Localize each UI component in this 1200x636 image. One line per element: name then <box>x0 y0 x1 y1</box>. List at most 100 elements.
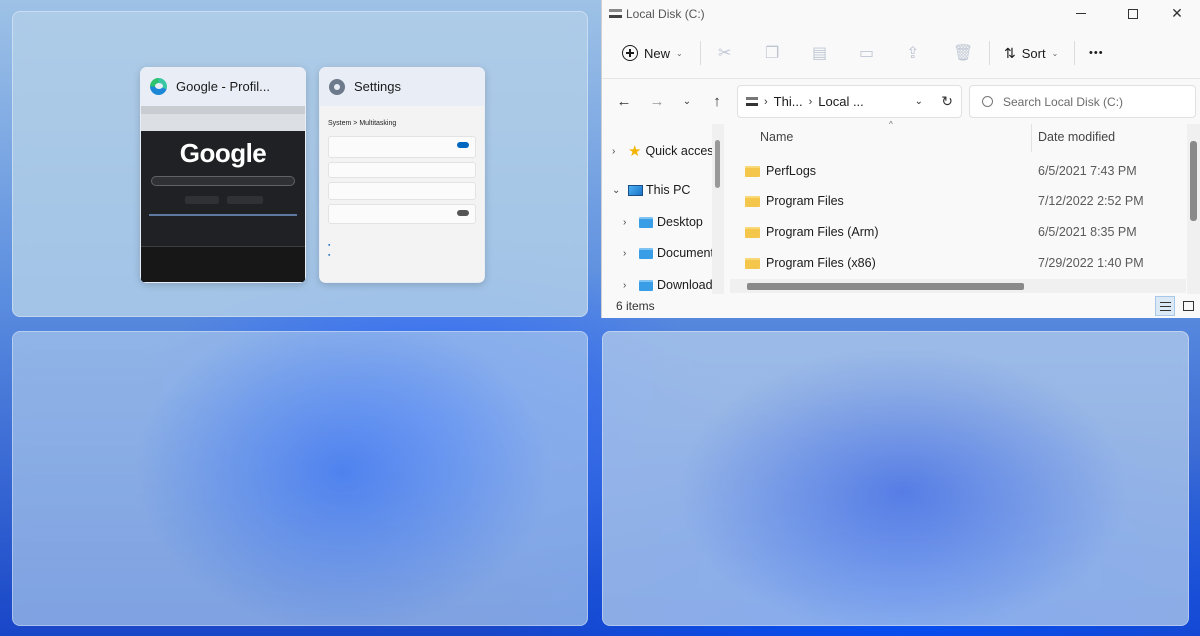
thumbnail-header: Google - Profil... <box>140 67 306 106</box>
downloads-folder-icon <box>639 279 653 291</box>
rename-icon: ▭ <box>859 45 875 62</box>
sort-icon: ⇅ <box>1004 44 1016 61</box>
tree-item-label: Documents <box>657 246 721 260</box>
file-row[interactable]: Program Files (Arm) 6/5/2021 8:35 PM <box>745 217 1185 247</box>
arrow-left-icon: ← <box>616 92 632 110</box>
file-name: PerfLogs <box>766 164 817 178</box>
large-icons-view-button[interactable] <box>1178 296 1198 316</box>
refresh-icon[interactable]: ↻ <box>941 93 953 110</box>
command-bar: New ⌄ ✂ ❐ ▤ ▭ ⇪ 🗑 ⇅ Sort ⌄ ••• <box>602 27 1200 79</box>
file-name: Program Files (Arm) <box>766 225 879 239</box>
share-icon: ⇪ <box>906 45 920 62</box>
item-count: 6 items <box>616 299 655 313</box>
close-icon: ✕ <box>1171 5 1183 21</box>
tree-item-label: Desktop <box>657 215 703 229</box>
chevron-down-icon: ⌄ <box>612 184 621 196</box>
snap-zone-bottom-left[interactable] <box>12 331 588 626</box>
chevron-down-icon: ⌄ <box>1051 48 1059 58</box>
file-date: 7/29/2022 1:40 PM <box>1038 256 1144 270</box>
breadcrumb-separator: › <box>808 95 813 108</box>
tree-item-quick-access[interactable]: › ★ Quick access <box>612 140 720 162</box>
drive-icon <box>746 97 758 106</box>
tree-item-desktop[interactable]: › Desktop <box>623 211 703 233</box>
copy-icon: ❐ <box>765 45 780 62</box>
star-icon: ★ <box>628 143 642 160</box>
tree-item-label: Downloads <box>657 278 719 292</box>
details-view-button[interactable] <box>1155 296 1175 316</box>
navigation-pane: › ★ Quick access ⌄ This PC › Desktop › D… <box>602 124 724 294</box>
snap-thumbnail-settings[interactable]: Settings System > Multitasking ● ● <box>319 67 485 283</box>
search-placeholder: Search Local Disk (C:) <box>1003 94 1124 109</box>
folder-icon <box>745 195 760 207</box>
sort-label: Sort <box>1021 45 1046 61</box>
recent-locations-button[interactable]: ⌄ <box>675 89 699 113</box>
address-bar[interactable]: › Thi... › Local ... ⌄ ↻ <box>737 85 962 118</box>
maximize-icon <box>1128 8 1138 19</box>
delete-button[interactable]: 🗑 <box>953 37 973 69</box>
horizontal-scrollbar[interactable] <box>730 279 1186 293</box>
plus-icon <box>622 45 638 61</box>
arrow-up-icon: ↑ <box>713 92 721 110</box>
tree-item-downloads[interactable]: › Downloads <box>623 274 719 294</box>
share-button[interactable]: ⇪ <box>906 37 919 69</box>
folder-icon <box>745 165 760 177</box>
new-label: New <box>644 45 671 61</box>
breadcrumb-local-disk[interactable]: Local ... <box>818 94 864 109</box>
title-bar[interactable]: Local Disk (C:) ✕ <box>602 0 1200 27</box>
breadcrumb-this-pc[interactable]: Thi... <box>774 94 803 109</box>
see-more-button[interactable]: ••• <box>1089 37 1104 69</box>
column-header-name[interactable]: Name <box>760 130 793 144</box>
snap-zone-bottom-right[interactable] <box>602 331 1189 626</box>
file-list: ^ Name Date modified PerfLogs 6/5/2021 7… <box>729 120 1185 294</box>
tree-item-label: This PC <box>646 183 691 197</box>
desktop-folder-icon <box>639 216 653 228</box>
tree-item-label: Quick access <box>645 144 720 158</box>
up-button[interactable]: ↑ <box>705 89 729 113</box>
sort-button[interactable]: ⇅ Sort ⌄ <box>1004 37 1058 69</box>
file-row[interactable]: PerfLogs 6/5/2021 7:43 PM <box>745 156 1185 186</box>
file-date: 7/12/2022 2:52 PM <box>1038 194 1144 208</box>
sort-ascending-icon: ^ <box>889 120 893 129</box>
file-name: Program Files (x86) <box>766 256 876 270</box>
cut-button[interactable]: ✂ <box>718 37 731 69</box>
vertical-scrollbar[interactable] <box>1187 124 1200 294</box>
rename-button[interactable]: ▭ <box>859 37 874 69</box>
status-bar: 6 items <box>602 294 1200 318</box>
settings-breadcrumb: System > Multitasking <box>328 120 397 127</box>
edge-icon <box>150 78 167 95</box>
chevron-right-icon: › <box>623 279 627 291</box>
google-window-preview: Google <box>141 106 305 282</box>
navigation-pane-scrollbar[interactable] <box>712 124 724 294</box>
folder-icon <box>745 257 760 269</box>
maximize-button[interactable] <box>1114 0 1152 27</box>
minimize-icon <box>1076 13 1086 14</box>
file-explorer-window: Local Disk (C:) ✕ New ⌄ ✂ ❐ ▤ ▭ ⇪ 🗑 ⇅ So… <box>601 0 1200 318</box>
paste-button[interactable]: ▤ <box>812 37 827 69</box>
copy-button[interactable]: ❐ <box>765 37 779 69</box>
arrow-right-icon: → <box>649 92 665 110</box>
snap-thumbnail-google[interactable]: Google - Profil... Google <box>140 67 306 283</box>
forward-button[interactable]: → <box>645 89 669 113</box>
minimize-button[interactable] <box>1062 0 1100 27</box>
thumbnail-title: Google - Profil... <box>176 79 270 94</box>
column-header-date-modified[interactable]: Date modified <box>1038 130 1115 144</box>
close-button[interactable]: ✕ <box>1158 0 1196 27</box>
google-search-box-preview <box>151 176 295 186</box>
file-row[interactable]: Program Files (x86) 7/29/2022 1:40 PM <box>745 248 1185 278</box>
file-name: Program Files <box>766 194 844 208</box>
back-button[interactable]: ← <box>612 89 636 113</box>
google-logo: Google <box>179 138 267 168</box>
file-date: 6/5/2021 7:43 PM <box>1038 164 1137 178</box>
tree-item-documents[interactable]: › Documents <box>623 242 720 264</box>
chevron-down-icon[interactable]: ⌄ <box>915 96 923 107</box>
more-icon: ••• <box>1089 47 1104 59</box>
chevron-right-icon: › <box>623 247 627 259</box>
drive-icon <box>609 9 622 18</box>
file-row[interactable]: Program Files 7/12/2022 2:52 PM <box>745 186 1185 216</box>
tree-item-this-pc[interactable]: ⌄ This PC <box>612 179 690 201</box>
search-input[interactable]: Search Local Disk (C:) <box>969 85 1196 118</box>
navigation-bar: ← → ⌄ ↑ › Thi... › Local ... ⌄ ↻ Search … <box>602 79 1200 124</box>
chevron-right-icon: › <box>612 145 616 157</box>
new-button[interactable]: New ⌄ <box>622 37 683 69</box>
chevron-down-icon: ⌄ <box>676 48 683 58</box>
